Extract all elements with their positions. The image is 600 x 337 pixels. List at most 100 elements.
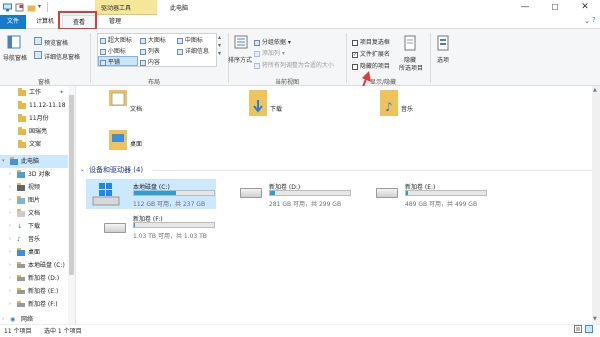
- drive-c-info: 112 GB 可用，共 237 GB: [133, 201, 206, 208]
- chevron-right-icon[interactable]: ›: [9, 298, 11, 311]
- preview-pane-button[interactable]: 预览窗格: [44, 38, 68, 47]
- file-extensions-checkbox[interactable]: ✓: [352, 51, 358, 58]
- tab-file[interactable]: 文件: [0, 15, 26, 29]
- sort-by-button[interactable]: 排序方式: [228, 55, 252, 64]
- drive-tools-context-header: 驱动器工具: [95, 0, 157, 15]
- ribbon-separator: [430, 33, 431, 83]
- nav-item-desktop[interactable]: › 桌面: [0, 246, 76, 259]
- nav-item-guoruiliang[interactable]: 国瑞亮: [0, 125, 76, 138]
- layout-small-icons[interactable]: 小图标: [100, 46, 126, 55]
- nav-item-drive-e[interactable]: › 新加卷 (E:): [0, 285, 76, 298]
- layout-label: 中图标: [184, 37, 203, 44]
- chevron-right-icon[interactable]: ›: [9, 233, 11, 246]
- nav-item-drive-f[interactable]: › 新加卷 (F:): [0, 298, 76, 311]
- nav-item-work[interactable]: 工作 ✦: [0, 86, 76, 99]
- nav-item-music[interactable]: › ♪ 音乐: [0, 233, 76, 246]
- help-icon[interactable]: ?: [592, 16, 596, 24]
- windows-drive-icon: [91, 181, 121, 209]
- tab-computer[interactable]: 计算机: [30, 15, 60, 29]
- documents-icon: [17, 209, 25, 217]
- scroll-up-icon[interactable]: ▲: [593, 87, 597, 93]
- ribbon-expand-icon[interactable]: ⌄: [584, 17, 590, 25]
- nav-item-november[interactable]: 11月份: [0, 112, 76, 125]
- nav-item-documents[interactable]: › 文档: [0, 207, 76, 220]
- add-column-button[interactable]: 添加列 ▾: [254, 48, 285, 57]
- details-view-icon[interactable]: [574, 325, 582, 335]
- layout-extra-large-icons[interactable]: 超大图标: [100, 35, 132, 44]
- layout-label: 列表: [147, 48, 160, 55]
- hide-selected-icon: [404, 35, 416, 53]
- layout-tiles[interactable]: 平铺: [100, 57, 120, 66]
- drive-usage-fill: [406, 191, 408, 195]
- nav-item-label: 视频: [28, 184, 41, 191]
- options-button[interactable]: 选项: [437, 55, 449, 64]
- layout-label: 平铺: [107, 59, 120, 66]
- folder-music[interactable]: ♪: [379, 90, 399, 120]
- svg-text:♪: ♪: [385, 100, 393, 114]
- content-scrollbar[interactable]: [592, 86, 600, 324]
- layout-medium-icons[interactable]: 中图标: [177, 35, 203, 44]
- scroll-down-icon[interactable]: ▼: [593, 316, 597, 322]
- hidden-items-checkbox[interactable]: [352, 63, 358, 70]
- chevron-right-icon[interactable]: ›: [9, 220, 11, 233]
- chevron-right-icon[interactable]: ›: [9, 168, 11, 181]
- nav-item-this-pc[interactable]: ▾ 此电脑: [0, 155, 68, 168]
- section-collapse-icon[interactable]: ⌄: [80, 166, 85, 173]
- devices-section-header[interactable]: 设备和驱动器 (4): [89, 165, 143, 175]
- fit-columns-button[interactable]: 将所有列调整为合适的大小: [254, 60, 334, 69]
- chevron-right-icon[interactable]: ›: [9, 181, 11, 194]
- chevron-right-icon[interactable]: ›: [9, 246, 11, 259]
- chevron-right-icon[interactable]: ›: [9, 272, 11, 285]
- folder-downloads[interactable]: [248, 90, 268, 120]
- pictures-icon: [17, 196, 25, 204]
- drive-usage-fill: [134, 191, 177, 195]
- nav-item-pictures[interactable]: › 图片: [0, 194, 76, 207]
- layout-content[interactable]: 内容: [140, 57, 160, 66]
- folder-icon: [18, 127, 26, 135]
- nav-item-11-12[interactable]: 11.12-11.18: [0, 99, 76, 112]
- group-label-pane: 窗格: [38, 79, 51, 86]
- file-extensions-toggle[interactable]: ✓ 文件扩展名: [352, 49, 390, 58]
- chevron-right-icon[interactable]: ›: [9, 285, 11, 298]
- hide-selected-button-line2[interactable]: 所选项目: [399, 63, 423, 72]
- drive-d-icon: [240, 188, 262, 198]
- drive-usage-fill: [134, 223, 135, 227]
- nav-item-drive-c[interactable]: › 本地磁盘 (C:): [0, 259, 76, 272]
- details-pane-button[interactable]: 详细信息窗格: [44, 52, 80, 61]
- quick-access-dropdown[interactable]: ▾: [38, 3, 41, 10]
- folder-icon: [18, 140, 26, 148]
- layout-list[interactable]: 列表: [140, 46, 160, 55]
- layout-details[interactable]: 详细信息: [177, 46, 209, 55]
- close-button[interactable]: ✕: [570, 0, 600, 15]
- group-by-button[interactable]: 分组依据 ▾: [254, 37, 291, 46]
- chevron-right-icon[interactable]: ›: [9, 207, 11, 220]
- nav-item-3d-objects[interactable]: › 3D 对象: [0, 168, 76, 181]
- extra-large-icons-icon: [100, 37, 106, 44]
- nav-item-downloads[interactable]: › ↓ 下载: [0, 220, 76, 233]
- properties-icon[interactable]: [15, 3, 24, 12]
- drive-f-icon: [104, 223, 126, 233]
- layout-large-icons[interactable]: 大图标: [140, 35, 166, 44]
- maximize-button[interactable]: ☐: [540, 0, 570, 15]
- large-icons-view-icon[interactable]: [585, 325, 593, 335]
- navigation-pane-button[interactable]: 导航窗格: [3, 53, 27, 62]
- item-checkboxes-toggle[interactable]: 项目复选框: [352, 37, 390, 46]
- nav-item-copywriting[interactable]: 文案: [0, 138, 76, 151]
- layout-scroll-arrows[interactable]: ▴ ▾ ▾: [218, 34, 221, 58]
- medium-icons-icon: [177, 37, 183, 44]
- chevron-down-icon[interactable]: ▾: [2, 155, 5, 168]
- tab-manage[interactable]: 管理: [100, 15, 130, 29]
- item-checkboxes-label: 项目复选框: [359, 39, 390, 46]
- new-folder-icon[interactable]: [27, 3, 36, 12]
- nav-item-videos[interactable]: › 视频: [0, 181, 76, 194]
- desktop-folder-icon: [109, 130, 127, 150]
- folder-desktop[interactable]: [108, 128, 128, 154]
- nav-item-drive-d[interactable]: › 新加卷 (D:): [0, 272, 76, 285]
- hidden-items-toggle[interactable]: 隐藏的项目: [352, 61, 390, 70]
- minimize-button[interactable]: —: [510, 0, 540, 15]
- item-checkboxes-checkbox[interactable]: [352, 39, 358, 46]
- chevron-right-icon[interactable]: ›: [9, 194, 11, 207]
- folder-documents[interactable]: [108, 90, 128, 120]
- chevron-right-icon[interactable]: ›: [9, 259, 11, 272]
- fit-columns-icon: [254, 62, 260, 69]
